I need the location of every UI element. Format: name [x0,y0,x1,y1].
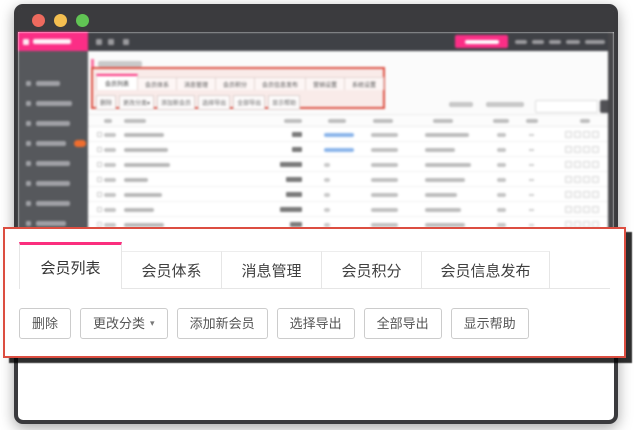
row-actions [565,206,599,213]
refresh-icon [108,39,114,45]
mini-toolbar: 删除 更改分类▾ 添加新会员 选择导出 全部导出 显示帮助 [96,95,300,110]
app-logo [18,32,88,51]
row-actions [565,176,599,183]
callout-tab-member-list[interactable]: 会员列表 [19,242,122,289]
sidebar-item [18,193,88,213]
add-member-button: 添加新会员 [157,95,195,110]
scrollbar-strip [608,32,614,231]
sort-label-placeholder [449,102,473,107]
page-canvas: 会员列表 会员体系 消息管理 会员积分 会员信息发布 营销设置 系统设置 删除 … [0,0,635,430]
row-checkbox [97,162,102,167]
callout-show-help-button[interactable]: 显示帮助 [451,308,529,339]
topbar-menu-placeholder [566,40,580,44]
tab-member-info-publish: 会员信息发布 [254,77,306,90]
sidebar-icon [26,141,31,146]
zoom-callout: 会员列表 会员体系 消息管理 会员积分 会员信息发布 删除 更改分类▾ 添加新会… [3,227,626,358]
admin-main: 会员列表 会员体系 消息管理 会员积分 会员信息发布 营销设置 系统设置 删除 … [88,51,608,231]
notification-badge [74,140,86,147]
table-row [88,202,608,217]
topbar-pink-button [455,35,508,48]
admin-topbar [18,32,614,51]
sidebar-item [18,173,88,193]
topbar-menu-placeholder [515,40,527,44]
change-category-button: 更改分类▾ [119,95,154,110]
table-row [88,127,608,142]
page-title-placeholder [98,61,142,67]
search-input [535,100,598,113]
tab-member-points: 会员积分 [215,77,255,90]
sidebar-item [18,133,88,153]
callout-tab-member-info-publish[interactable]: 会员信息发布 [422,251,550,288]
sidebar-icon [26,81,31,86]
row-actions [565,146,599,153]
close-button[interactable] [32,14,45,27]
tab-member-system: 会员体系 [137,77,177,90]
admin-screenshot: 会员列表 会员体系 消息管理 会员积分 会员信息发布 营销设置 系统设置 删除 … [18,32,614,231]
sidebar-item [18,73,88,93]
callout-add-member-button[interactable]: 添加新会员 [177,308,268,339]
window-titlebar [18,8,614,32]
pink-button-label-placeholder [465,40,499,44]
browser-window: 会员列表 会员体系 消息管理 会员积分 会员信息发布 营销设置 系统设置 删除 … [14,4,618,424]
table-row [88,187,608,202]
sidebar-icon [26,221,31,226]
topbar-menu-placeholder [532,40,544,44]
sidebar-icon [26,201,31,206]
show-help-button: 显示帮助 [268,95,300,110]
table-header [88,115,608,127]
tab-member-list: 会员列表 [96,74,138,90]
row-checkbox [97,132,102,137]
email-link-placeholder [324,148,354,152]
tab-system-settings: 系统设置 [344,77,384,90]
home-icon [96,39,102,45]
highlight-box: 会员列表 会员体系 消息管理 会员积分 会员信息发布 营销设置 系统设置 删除 … [91,67,385,109]
email-link-placeholder [324,133,354,137]
row-checkbox [97,207,102,212]
filter-label-placeholder [486,102,524,107]
sidebar-icon [26,121,31,126]
callout-tab-bar: 会员列表 会员体系 消息管理 会员积分 会员信息发布 [19,242,610,289]
maximize-button[interactable] [76,14,89,27]
tab-marketing-settings: 营销设置 [305,77,345,90]
sidebar-icon [26,181,31,186]
topbar-menu-placeholder [585,40,605,44]
export-selected-button: 选择导出 [198,95,230,110]
tab-message-management: 消息管理 [176,77,216,90]
delete-button: 删除 [96,95,116,110]
row-checkbox [97,147,102,152]
callout-tab-member-points[interactable]: 会员积分 [322,251,422,288]
window-icon [123,39,129,45]
row-checkbox [97,192,102,197]
sidebar-item [18,93,88,113]
sidebar-item [18,153,88,173]
callout-change-category-button[interactable]: 更改分类▾ [80,308,168,339]
row-actions [565,161,599,168]
topbar-menu-placeholder [549,40,561,44]
mini-tab-bar: 会员列表 会员体系 消息管理 会员积分 会员信息发布 营销设置 系统设置 [96,74,383,90]
callout-tab-message-management[interactable]: 消息管理 [222,251,322,288]
callout-export-selected-button[interactable]: 选择导出 [277,308,355,339]
admin-sidebar [18,51,88,231]
logo-text-placeholder [33,39,71,44]
caret-down-icon: ▾ [150,319,155,328]
sidebar-icon [26,101,31,106]
menu-icon [23,39,29,45]
row-actions [565,131,599,138]
callout-delete-button[interactable]: 删除 [19,308,71,339]
member-table [88,114,608,231]
export-all-button: 全部导出 [233,95,265,110]
sidebar-icon [26,161,31,166]
callout-tab-member-system[interactable]: 会员体系 [122,251,222,288]
table-row [88,157,608,172]
callout-export-all-button[interactable]: 全部导出 [364,308,442,339]
minimize-button[interactable] [54,14,67,27]
table-row [88,172,608,187]
callout-toolbar: 删除 更改分类▾ 添加新会员 选择导出 全部导出 显示帮助 [19,308,624,339]
row-checkbox [97,177,102,182]
sidebar-item [18,113,88,133]
table-row [88,142,608,157]
row-actions [565,191,599,198]
